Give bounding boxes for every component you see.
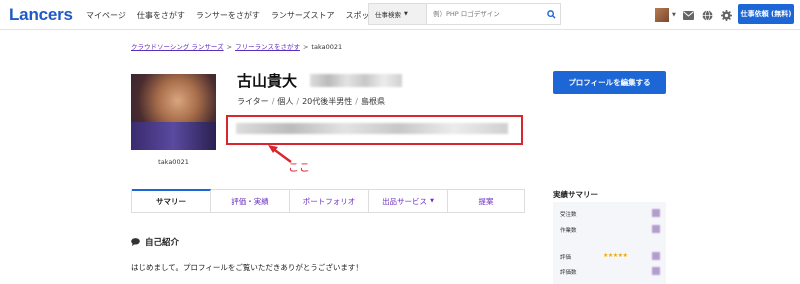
tab-reviews[interactable]: 評価・実績 — [211, 189, 290, 212]
search-bar: 仕事検索 ▼ — [368, 3, 561, 25]
summary-rating-count-value — [652, 267, 660, 275]
tab-services[interactable]: 出品サービス ▼ — [369, 189, 448, 212]
breadcrumb-current: taka0021 — [311, 43, 343, 51]
edit-profile-button[interactable]: プロフィールを編集する — [553, 71, 666, 94]
summary-title: 実績サマリー — [553, 190, 598, 199]
gear-icon[interactable] — [720, 9, 733, 22]
annotation-label: ここ — [288, 161, 310, 174]
profile-username: taka0021 — [158, 158, 189, 166]
nav-lancers-store[interactable]: ランサーズストア — [271, 10, 335, 21]
rating-stars-icon: ★★★★★ — [603, 252, 628, 259]
profile-name: 古山貴大 — [237, 72, 298, 90]
profile-tabs: サマリー 評価・実績 ポートフォリオ 出品サービス ▼ 提案 — [131, 189, 525, 213]
profile-type: 個人 — [277, 97, 294, 106]
summary-rating-value — [652, 252, 660, 260]
nav-find-work[interactable]: 仕事をさがす — [137, 10, 185, 21]
nav-find-lancer[interactable]: ランサーをさがす — [196, 10, 260, 21]
globe-icon[interactable] — [701, 9, 714, 22]
header-user-area: ▼ — [655, 0, 739, 30]
summary-rating-label: 評価 — [560, 255, 572, 261]
user-avatar[interactable] — [655, 8, 669, 22]
lancers-logo[interactable]: Lancers — [9, 5, 73, 25]
summary-orders-value — [652, 209, 660, 217]
profile-occupation: ライター — [237, 97, 269, 106]
summary-tasks-value — [652, 225, 660, 233]
self-intro-title: 自己紹介 — [145, 238, 180, 248]
tab-portfolio[interactable]: ポートフォリオ — [290, 189, 369, 212]
breadcrumb-home[interactable]: クラウドソーシング ランサーズ — [131, 43, 224, 51]
speech-bubble-icon — [131, 238, 140, 246]
profile-age-gender: 20代後半男性 — [302, 97, 353, 106]
tab-services-label: 出品サービス — [382, 196, 428, 206]
search-input[interactable] — [427, 4, 542, 24]
profile-meta: ライター / 個人/20代後半男性 / 島根県 — [237, 97, 385, 106]
nav-mypage[interactable]: マイページ — [86, 10, 126, 21]
profile-location: 島根県 — [360, 97, 385, 106]
search-category-label: 仕事検索 — [375, 11, 401, 19]
top-header: Lancers マイページ 仕事をさがす ランサーをさがす ランサーズストア ス… — [0, 0, 800, 30]
chevron-down-icon: ▼ — [404, 11, 408, 17]
chevron-down-icon[interactable]: ▼ — [672, 12, 676, 18]
tab-proposals[interactable]: 提案 — [448, 189, 524, 212]
self-intro-heading: 自己紹介 — [131, 236, 179, 248]
chevron-down-icon: ▼ — [430, 198, 434, 204]
blurred-name-reading — [310, 74, 402, 87]
self-intro-text: はじめまして。プロフィールをご覧いただきありがとうございます！ — [131, 263, 363, 272]
summary-rating-count-label: 評価数 — [560, 270, 577, 276]
search-icon[interactable] — [542, 4, 560, 24]
tab-summary[interactable]: サマリー — [132, 189, 211, 212]
summary-tasks-label: 作業数 — [560, 228, 577, 234]
main-nav: マイページ 仕事をさがす ランサーをさがす ランサーズストア スポット常駐 — [86, 0, 404, 30]
breadcrumb-find-freelance[interactable]: フリーランスをさがす — [235, 43, 300, 51]
summary-box: 受注数 作業数 評価 ★★★★★ 評価数 — [553, 202, 666, 284]
summary-orders-label: 受注数 — [560, 212, 577, 218]
mail-icon[interactable] — [682, 9, 695, 22]
request-work-button[interactable]: 仕事依頼 (無料) — [738, 4, 794, 24]
profile-photo — [131, 74, 216, 150]
search-category-select[interactable]: 仕事検索 ▼ — [369, 4, 427, 24]
highlight-box — [226, 115, 523, 145]
breadcrumb: クラウドソーシング ランサーズ > フリーランスをさがす > taka0021 — [131, 43, 343, 51]
